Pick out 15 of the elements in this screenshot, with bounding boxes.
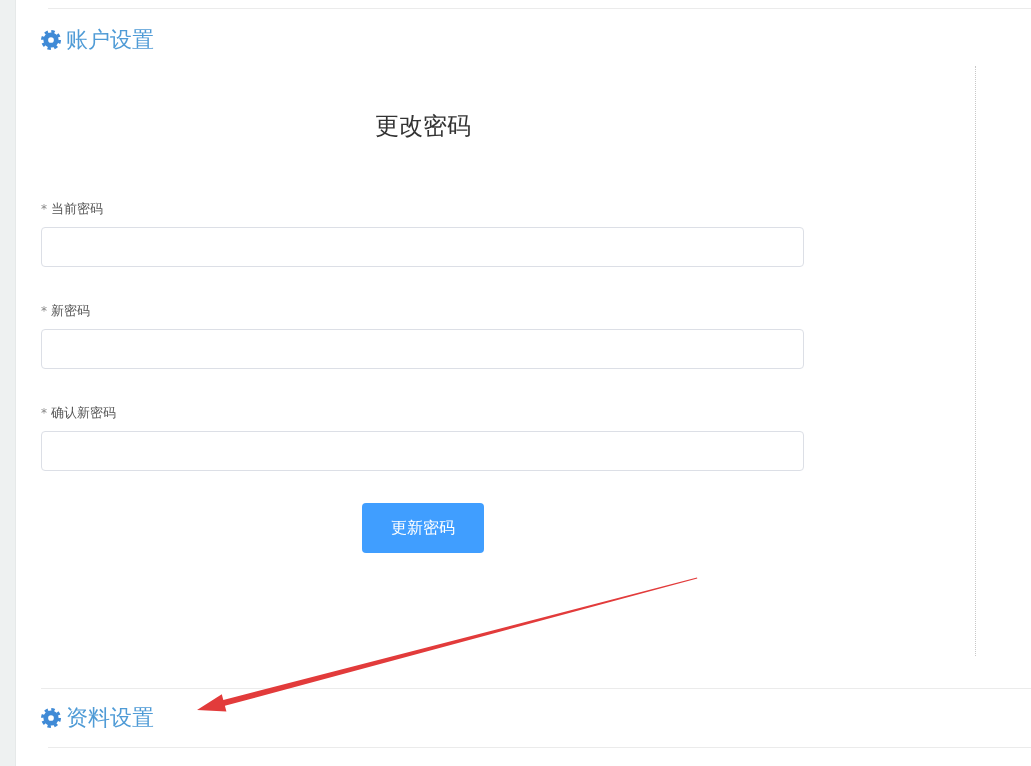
required-mark: * — [41, 303, 47, 320]
section-title: 资料设置 — [66, 704, 154, 732]
required-mark: * — [41, 201, 47, 218]
field-label: 新密码 — [51, 302, 90, 320]
gear-icon — [41, 30, 61, 50]
gear-icon — [41, 708, 61, 728]
password-field[interactable] — [41, 329, 804, 369]
form-title: 更改密码 — [374, 111, 471, 142]
field-label: 当前密码 — [51, 200, 103, 218]
password-field[interactable] — [41, 431, 804, 471]
required-mark: * — [41, 405, 47, 422]
field-label: 确认新密码 — [51, 404, 116, 422]
password-field[interactable] — [41, 227, 804, 267]
section-title: 账户设置 — [66, 26, 154, 54]
update-password-button[interactable]: 更新密码 — [361, 503, 484, 553]
